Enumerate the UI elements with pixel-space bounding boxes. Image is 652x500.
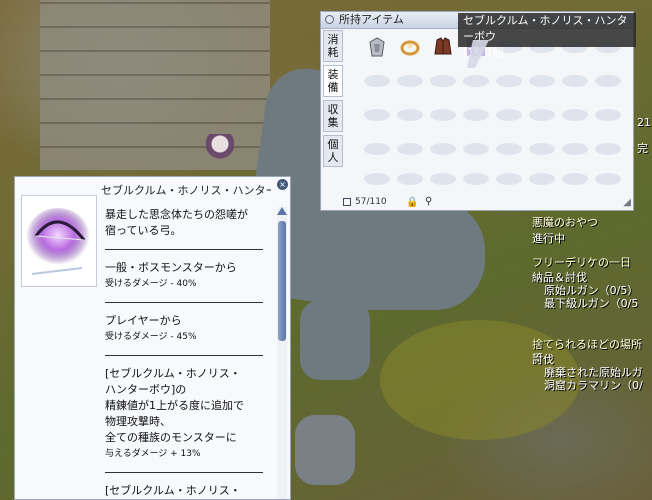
weight-icon xyxy=(343,198,351,206)
empty-slot[interactable] xyxy=(562,75,588,87)
empty-slot[interactable] xyxy=(496,109,522,121)
description-line: 受けるダメージ - 45% xyxy=(105,332,197,342)
tab-consumable[interactable]: 消耗 xyxy=(323,30,343,62)
scroll-up-icon[interactable] xyxy=(277,207,287,215)
window-toggle-icon[interactable] xyxy=(325,15,334,24)
divider xyxy=(105,355,263,356)
quest-1-status: 進行中 xyxy=(532,232,565,245)
golem-leg xyxy=(300,300,370,380)
scroll-thumb[interactable] xyxy=(278,221,286,341)
resize-grip-icon[interactable]: ◢ xyxy=(623,195,631,211)
quest-1-title[interactable]: 悪魔のおやつ xyxy=(532,216,598,229)
tab-collection[interactable]: 収集 xyxy=(323,100,343,132)
player-character xyxy=(206,134,234,176)
quest-3-line: 洞窟カラマリン（0/ xyxy=(544,379,643,392)
inventory-footer: 57/110 🔒 ⚲ ◢ xyxy=(321,194,633,210)
empty-slot[interactable] xyxy=(595,143,621,155)
description-line: 受けるダメージ - 40% xyxy=(105,279,197,289)
empty-slot[interactable] xyxy=(364,143,390,155)
description-title: セブルクルム・ホノリス・ハンター… xyxy=(101,184,271,197)
empty-slot[interactable] xyxy=(463,143,489,155)
empty-slot[interactable] xyxy=(397,109,423,121)
description-scrollbar[interactable] xyxy=(277,207,287,499)
armor-item-icon[interactable] xyxy=(364,34,390,60)
item-count: 57/110 xyxy=(355,197,387,207)
empty-slot[interactable] xyxy=(496,173,522,185)
golem-arm xyxy=(295,200,485,310)
description-line: 全ての種族のモンスターに xyxy=(105,431,237,444)
empty-slot[interactable] xyxy=(430,143,456,155)
tooltip-name: セブルクルム・ホノリス・ハンターボウ xyxy=(463,14,628,43)
inventory-tabs: 消耗 装備 収集 個人 xyxy=(323,30,343,170)
ring-item-icon[interactable] xyxy=(397,34,423,60)
divider xyxy=(105,249,263,250)
empty-slot[interactable] xyxy=(595,173,621,185)
description-line: 精錬値が1上がる度に追加で xyxy=(105,399,244,412)
description-line: 暴走した思念体たちの怨嗟が xyxy=(105,208,248,221)
empty-slot[interactable] xyxy=(595,109,621,121)
empty-slot[interactable] xyxy=(364,75,390,87)
close-icon[interactable]: × xyxy=(277,179,288,190)
item-image xyxy=(21,195,97,287)
stone-wall xyxy=(40,0,270,170)
empty-slot[interactable] xyxy=(364,109,390,121)
edge-text: 21 xyxy=(637,116,651,129)
description-line: 宿っている弓。 xyxy=(105,224,182,237)
description-line: [セブルクルム・ホノリス・ xyxy=(105,367,241,380)
empty-slot[interactable] xyxy=(430,75,456,87)
divider xyxy=(105,472,263,473)
inventory-title: 所持アイテム xyxy=(339,13,404,26)
item-description-window[interactable]: セブルクルム・ホノリス・ハンター… × 暴走した思念体たちの怨嗟が 宿っている弓… xyxy=(14,176,291,500)
empty-slot[interactable] xyxy=(529,173,555,185)
empty-slot[interactable] xyxy=(496,143,522,155)
empty-slot[interactable] xyxy=(496,75,522,87)
empty-slot[interactable] xyxy=(463,109,489,121)
search-icon[interactable]: ⚲ xyxy=(425,194,432,210)
empty-slot[interactable] xyxy=(430,109,456,121)
tab-equipment[interactable]: 装備 xyxy=(323,65,343,97)
description-line: 与えるダメージ + 13% xyxy=(105,449,201,459)
empty-slot[interactable] xyxy=(595,75,621,87)
tab-personal[interactable]: 個人 xyxy=(323,135,343,167)
golem-foot xyxy=(295,415,355,485)
empty-slot[interactable] xyxy=(397,173,423,185)
edge-text: 完 xyxy=(637,142,648,155)
description-body: 暴走した思念体たちの怨嗟が 宿っている弓。 一般・ボスモンスターから 受けるダメ… xyxy=(105,207,273,499)
quest-2-title[interactable]: フリーデリケの一日 xyxy=(532,256,631,269)
empty-slot[interactable] xyxy=(397,143,423,155)
empty-slot[interactable] xyxy=(529,109,555,121)
empty-slot[interactable] xyxy=(562,143,588,155)
quest-2-subtitle: 納品＆討伐 xyxy=(532,271,587,284)
description-line: プレイヤーから xyxy=(105,314,182,327)
divider xyxy=(105,302,263,303)
empty-slot[interactable] xyxy=(562,173,588,185)
empty-slot[interactable] xyxy=(397,75,423,87)
empty-slot[interactable] xyxy=(463,75,489,87)
empty-slot[interactable] xyxy=(562,109,588,121)
description-line: 一般・ボスモンスターから xyxy=(105,261,237,274)
lock-icon[interactable]: 🔒 xyxy=(406,195,418,211)
quest-2-line: 原始ルガン（0/5） xyxy=(544,284,639,297)
empty-slot[interactable] xyxy=(529,143,555,155)
quest-3-subtitle: 討伐 xyxy=(532,353,554,366)
empty-slot[interactable] xyxy=(463,173,489,185)
empty-slot[interactable] xyxy=(529,75,555,87)
tooltip-quantity: [1]: 1個 xyxy=(463,46,504,59)
quest-2-line: 最下級ルガン（0/5 xyxy=(544,297,639,310)
coat-item-icon[interactable] xyxy=(430,34,456,60)
description-line: [セブルクルム・ホノリス・ xyxy=(105,484,241,497)
description-line: 物理攻撃時、 xyxy=(105,415,171,428)
empty-slot[interactable] xyxy=(430,173,456,185)
empty-slot[interactable] xyxy=(364,173,390,185)
description-line: ハンターボウ]の xyxy=(105,383,187,396)
